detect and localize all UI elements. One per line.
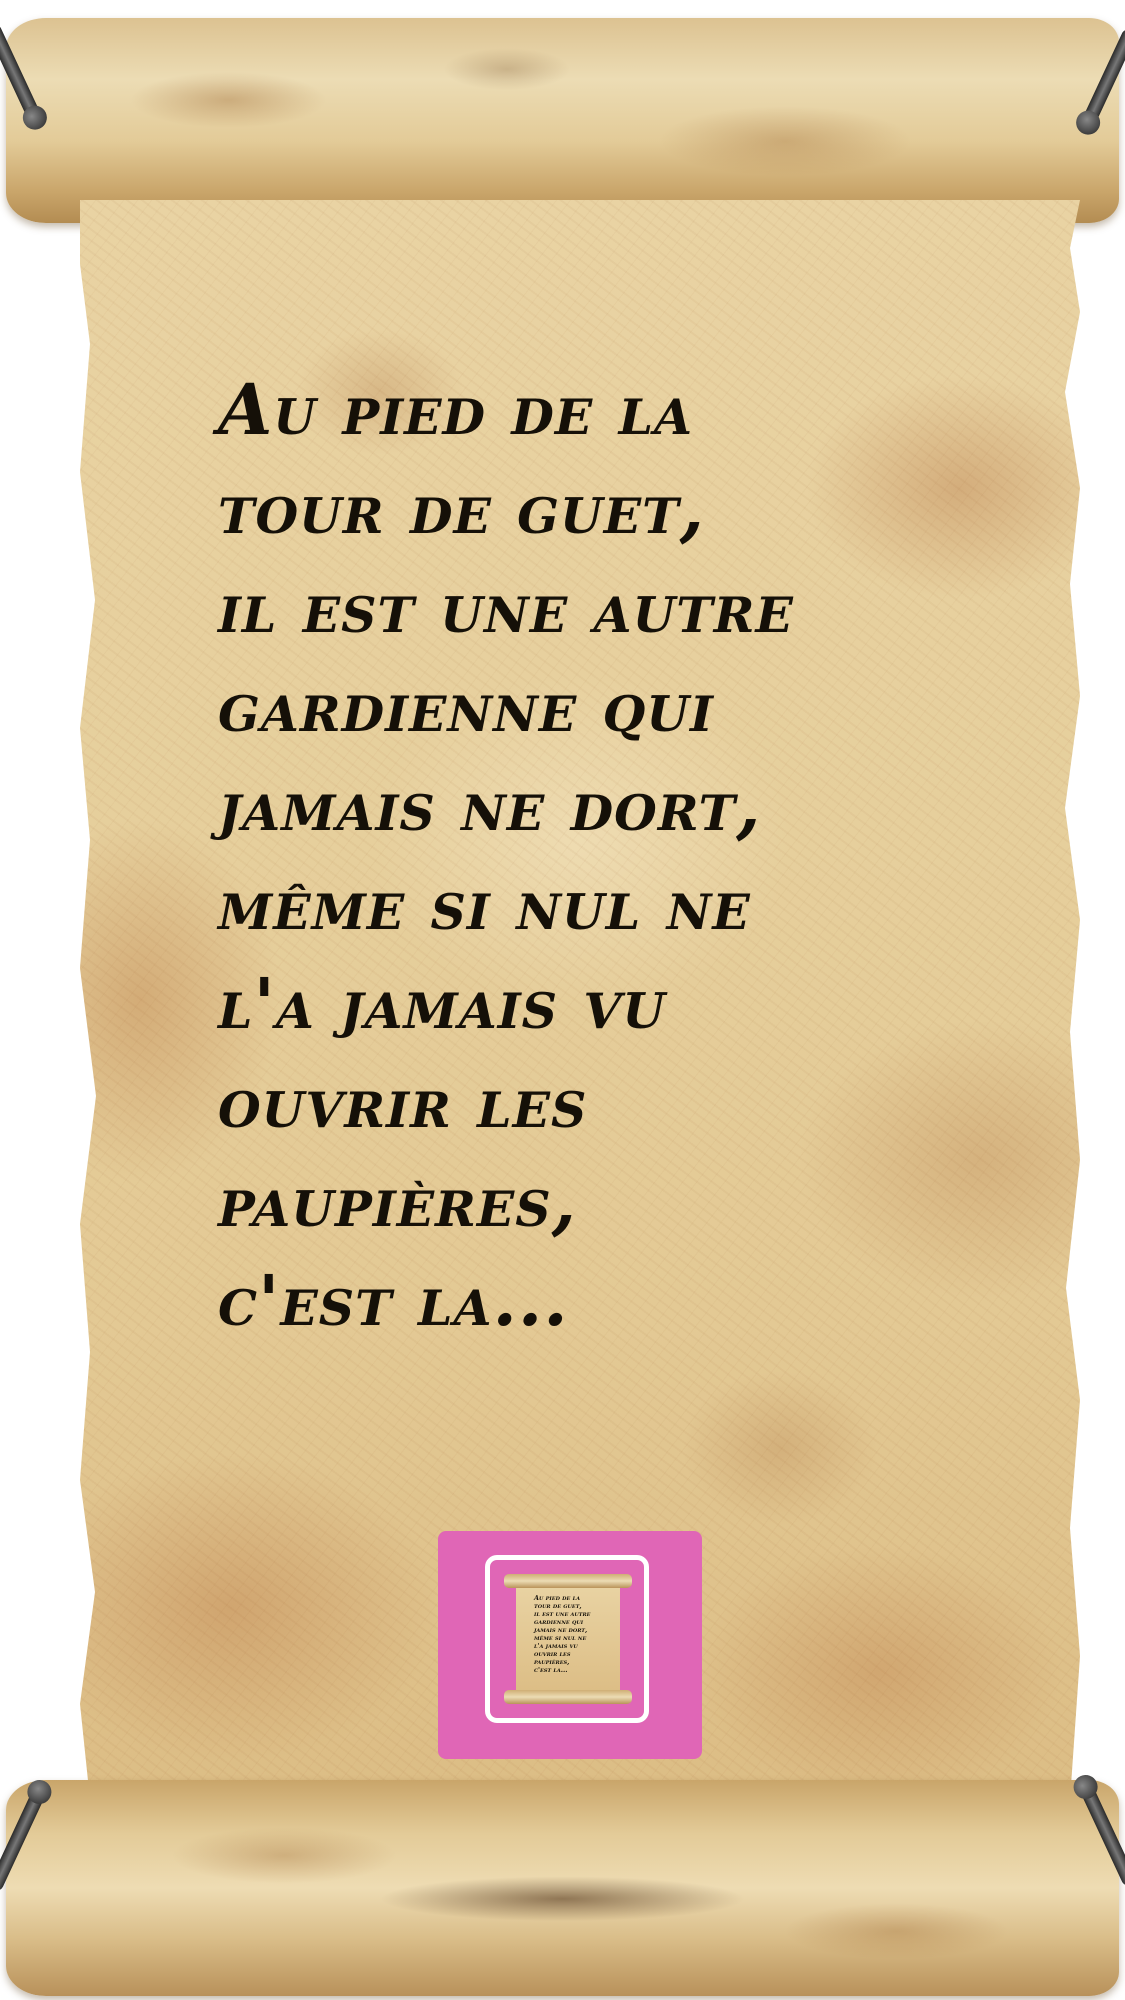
mini-riddle-line: gardienne qui (534, 1618, 584, 1626)
mini-riddle-line: tour de guet, (534, 1602, 582, 1610)
riddle-line: c'est la... (218, 1259, 569, 1342)
riddle-line: il est une autre (218, 566, 794, 649)
mini-riddle-line: ouvrir les (534, 1650, 571, 1658)
mini-roll-bottom (504, 1690, 632, 1704)
mini-riddle-line: c'est la... (534, 1666, 568, 1674)
mini-roll-top (504, 1574, 632, 1588)
riddle-line: ouvrir les (218, 1061, 588, 1144)
riddle-line: l'a jamais vu (218, 962, 667, 1045)
mini-riddle-text: Au pied de la tour de guet, il est une a… (534, 1594, 590, 1674)
mini-riddle-line: paupières, (534, 1658, 570, 1666)
riddle-line: tour de guet, (218, 467, 705, 550)
riddle-line: gardienne qui (218, 665, 714, 748)
riddle-line: Au pied de la (218, 368, 694, 451)
mini-riddle-line: même si nul ne (534, 1634, 587, 1642)
riddle-text: Au pied de la tour de guet, il est une a… (218, 360, 978, 1350)
scroll-top-roll (6, 18, 1119, 223)
riddle-line: jamais ne dort, (218, 764, 762, 847)
mini-riddle-line: il est une autre (534, 1610, 591, 1618)
mini-scroll-icon: Au pied de la tour de guet, il est une a… (504, 1574, 632, 1706)
mini-riddle-line: jamais ne dort, (534, 1626, 588, 1634)
thumbnail-frame: Au pied de la tour de guet, il est une a… (485, 1555, 649, 1723)
mini-riddle-line: l'a jamais vu (534, 1642, 578, 1650)
scroll-bottom-roll (6, 1780, 1119, 1996)
riddle-line: même si nul ne (218, 863, 751, 946)
mini-riddle-line: Au pied de la (534, 1594, 580, 1602)
scroll-thumbnail-button[interactable]: Au pied de la tour de guet, il est une a… (438, 1531, 702, 1759)
riddle-line: paupières, (218, 1160, 577, 1243)
